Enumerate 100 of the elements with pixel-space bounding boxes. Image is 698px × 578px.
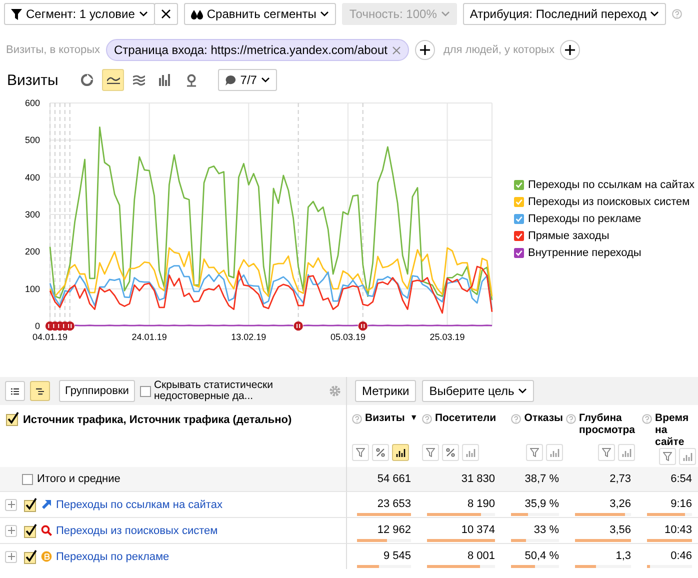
report-title: Визиты (7, 72, 58, 88)
help-icon[interactable] (672, 9, 682, 19)
checkbox[interactable] (24, 549, 37, 564)
column-header[interactable]: Глубина просмотра (578, 412, 635, 436)
checkbox[interactable] (24, 497, 37, 512)
expand-button[interactable] (5, 498, 17, 510)
search-icon (41, 525, 52, 536)
notes-button[interactable]: 7/7 (218, 69, 277, 91)
checkbox[interactable] (24, 523, 37, 538)
add-button[interactable] (560, 40, 580, 60)
table-cell-text: 35,9 % (524, 498, 559, 510)
chart-type-button[interactable] (102, 69, 124, 91)
table-cell-text: 8 190 (466, 498, 495, 510)
checkbox[interactable] (6, 411, 19, 426)
plus-icon (420, 45, 430, 55)
axis-label: 500 (24, 135, 40, 146)
legend-checkbox[interactable] (514, 197, 524, 207)
help-icon[interactable] (566, 414, 576, 424)
filter-button[interactable] (352, 444, 369, 461)
bar-chart-icon (550, 448, 560, 456)
legend-label: Переходы по рекламе (528, 213, 642, 225)
checkbox[interactable] (22, 474, 33, 484)
coin-icon (41, 551, 52, 562)
expand-button[interactable] (5, 550, 17, 562)
row-link[interactable]: Переходы из поисковых систем (56, 524, 218, 536)
filter-icon (663, 452, 672, 461)
checkbox[interactable] (140, 386, 151, 396)
plus-icon (565, 45, 576, 55)
settings-icon[interactable] (328, 385, 341, 397)
percent-button[interactable] (442, 444, 459, 461)
goal-select[interactable]: Выберите цель (422, 380, 534, 402)
percent-button[interactable] (372, 444, 389, 461)
filter-button[interactable] (598, 444, 615, 461)
bar-chart-icon (682, 452, 692, 460)
pie-chart-icon (81, 74, 94, 86)
plus-icon (8, 527, 14, 534)
legend-checkbox[interactable] (514, 180, 524, 190)
table-cell: 31 830 (461, 473, 495, 485)
filter-button[interactable] (422, 444, 439, 461)
legend-label: Переходы по ссылкам на сайтах (528, 179, 694, 191)
legend-label: Переходы из поисковых систем (528, 196, 690, 208)
filter-button[interactable] (526, 444, 543, 461)
bar-chart-icon (622, 448, 632, 456)
help-icon[interactable] (511, 414, 522, 424)
table-cell-text: 3,26 (608, 498, 631, 510)
attribution-select[interactable]: Атрибуция: Последний переход (462, 3, 666, 25)
filter-chip[interactable]: Страница входа: https://metrica.yandex.com/about (106, 39, 410, 61)
stacked-area-icon (133, 74, 146, 86)
add-button[interactable] (415, 40, 436, 60)
caret-icon (440, 11, 450, 17)
table-cell-text: 10 374 (460, 524, 495, 536)
axis-label: 04.01.19 (32, 332, 68, 342)
row-link[interactable]: Переходы по рекламе (56, 550, 170, 562)
axis-label: 05.03.19 (330, 332, 366, 342)
plus-icon (8, 553, 14, 560)
totals-label: Итого и средние (37, 473, 120, 485)
groupings-button[interactable]: Группировки (59, 380, 135, 402)
help-icon[interactable] (642, 414, 652, 424)
expand-button[interactable] (5, 524, 17, 536)
column-header: Источник трафика, Источник трафика (детально) (23, 413, 292, 426)
metrics-button[interactable]: Метрики (355, 380, 416, 402)
column-header[interactable]: Время на сайте (655, 412, 696, 448)
chart-button[interactable] (392, 444, 409, 461)
clear-segment-button[interactable] (154, 3, 178, 25)
segment-button[interactable]: Сегмент: 1 условие (4, 3, 155, 25)
filter-button[interactable] (659, 448, 676, 465)
view-toggle-button[interactable] (5, 381, 25, 401)
table-cell-text: 3,56 (608, 524, 631, 536)
filter-label: Визиты, в которых (6, 44, 100, 56)
bar-chart-icon (396, 448, 406, 456)
column-header[interactable]: Визиты (365, 412, 405, 424)
line-chart-icon (106, 76, 120, 84)
row-link[interactable]: Переходы по ссылкам на сайтах (56, 498, 222, 510)
bar-chart-icon (159, 74, 172, 86)
legend-checkbox[interactable] (514, 248, 524, 258)
legend-checkbox[interactable] (514, 214, 524, 224)
table-cell-text: 23 653 (376, 498, 411, 510)
column-header[interactable]: Посетители (435, 412, 496, 424)
filter-label: для людей, у которых (443, 44, 554, 56)
compare-segments-button[interactable]: Сравнить сегменты (184, 3, 336, 25)
view-toggle-button[interactable] (30, 381, 50, 401)
column-header[interactable]: Отказы (524, 412, 563, 424)
table-cell-text: 8 001 (466, 550, 495, 562)
help-icon[interactable] (422, 414, 432, 424)
filter-icon (530, 448, 539, 457)
legend-checkbox[interactable] (514, 231, 524, 241)
bar-chart-icon (466, 448, 476, 456)
table-cell-text: 9 545 (382, 550, 411, 562)
filter-icon (11, 8, 22, 20)
caret-icon (320, 11, 330, 17)
help-icon[interactable] (352, 414, 362, 424)
table-cell-text: 0:46 (670, 550, 692, 562)
table-cell: 2,73 (610, 473, 631, 485)
caret-icon (260, 77, 270, 83)
table-cell-text: 1,3 (614, 550, 631, 562)
table-cell-text: 50,4 % (524, 550, 559, 562)
filter-icon (426, 448, 435, 457)
table-cell: 54 661 (377, 473, 411, 485)
axis-label: 300 (24, 210, 40, 220)
tree-list-icon (36, 386, 44, 396)
